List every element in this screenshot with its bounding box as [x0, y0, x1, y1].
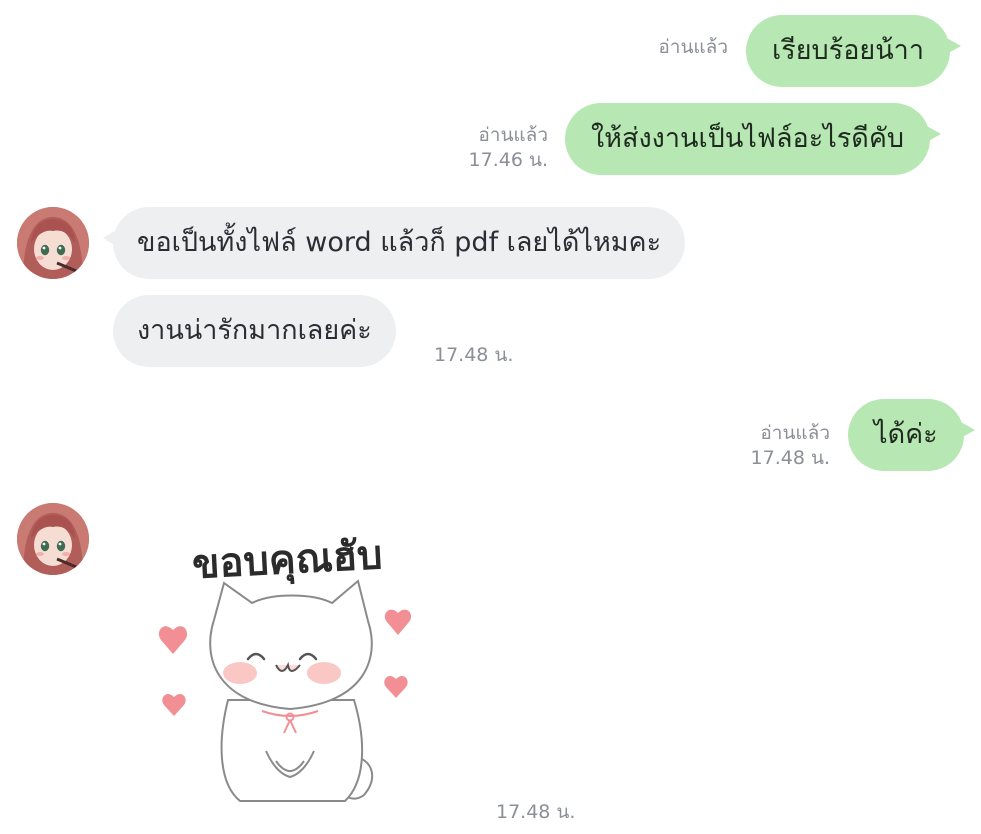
read-receipt: อ่านแล้ว 17.46 น. — [420, 123, 548, 173]
read-receipt: อ่านแล้ว 17.48 น. — [702, 421, 830, 471]
message-text: เรียบร้อยน้าา — [772, 35, 925, 66]
message-bubble-outgoing[interactable]: ให้ส่งงานเป็นไฟล์อะไรดีคับ — [565, 103, 942, 175]
chat-window: อ่านแล้ว เรียบร้อยน้าา อ่านแล้ว 17.46 น.… — [0, 0, 981, 834]
message-time: 17.48 น. — [434, 344, 514, 366]
message-time: 17.48 น. — [750, 447, 830, 469]
message-text: ขอเป็นทั้งไฟล์ word แล้วก็ pdf เลยได้ไหม… — [137, 227, 662, 258]
sticker-message[interactable]: ขอบคุณฮับ — [140, 515, 440, 815]
message-time: 17.46 น. — [468, 149, 548, 171]
read-receipt: อ่านแล้ว — [600, 35, 728, 60]
read-label: อ่านแล้ว — [658, 36, 728, 58]
message-bubble-outgoing[interactable]: เรียบร้อยน้าา — [746, 15, 962, 87]
message-text: ให้ส่งงานเป็นไฟล์อะไรดีคับ — [591, 123, 905, 154]
message-bubble-incoming[interactable]: ขอเป็นทั้งไฟล์ word แล้วก็ pdf เลยได้ไหม… — [102, 207, 686, 279]
contact-avatar[interactable] — [17, 503, 89, 575]
message-text: งานน่ารักมากเลยค่ะ — [137, 315, 372, 346]
contact-avatar[interactable] — [17, 207, 89, 279]
avatar-image-icon — [17, 207, 89, 279]
read-label: อ่านแล้ว — [760, 422, 830, 444]
heart-icon — [158, 626, 188, 654]
avatar-image-icon — [17, 503, 89, 575]
heart-icon — [384, 609, 412, 635]
heart-icon — [384, 676, 408, 698]
read-label: อ่านแล้ว — [478, 124, 548, 146]
message-bubble-outgoing[interactable]: ได้ค่ะ — [848, 399, 975, 471]
sticker-caption: ขอบคุณฮับ — [191, 532, 384, 590]
heart-icon — [162, 694, 186, 716]
message-bubble-incoming[interactable]: งานน่ารักมากเลยค่ะ — [113, 295, 396, 367]
message-time: 17.48 น. — [496, 801, 576, 823]
message-text: ได้ค่ะ — [874, 419, 938, 450]
cat-sticker-icon: ขอบคุณฮับ — [158, 532, 412, 802]
